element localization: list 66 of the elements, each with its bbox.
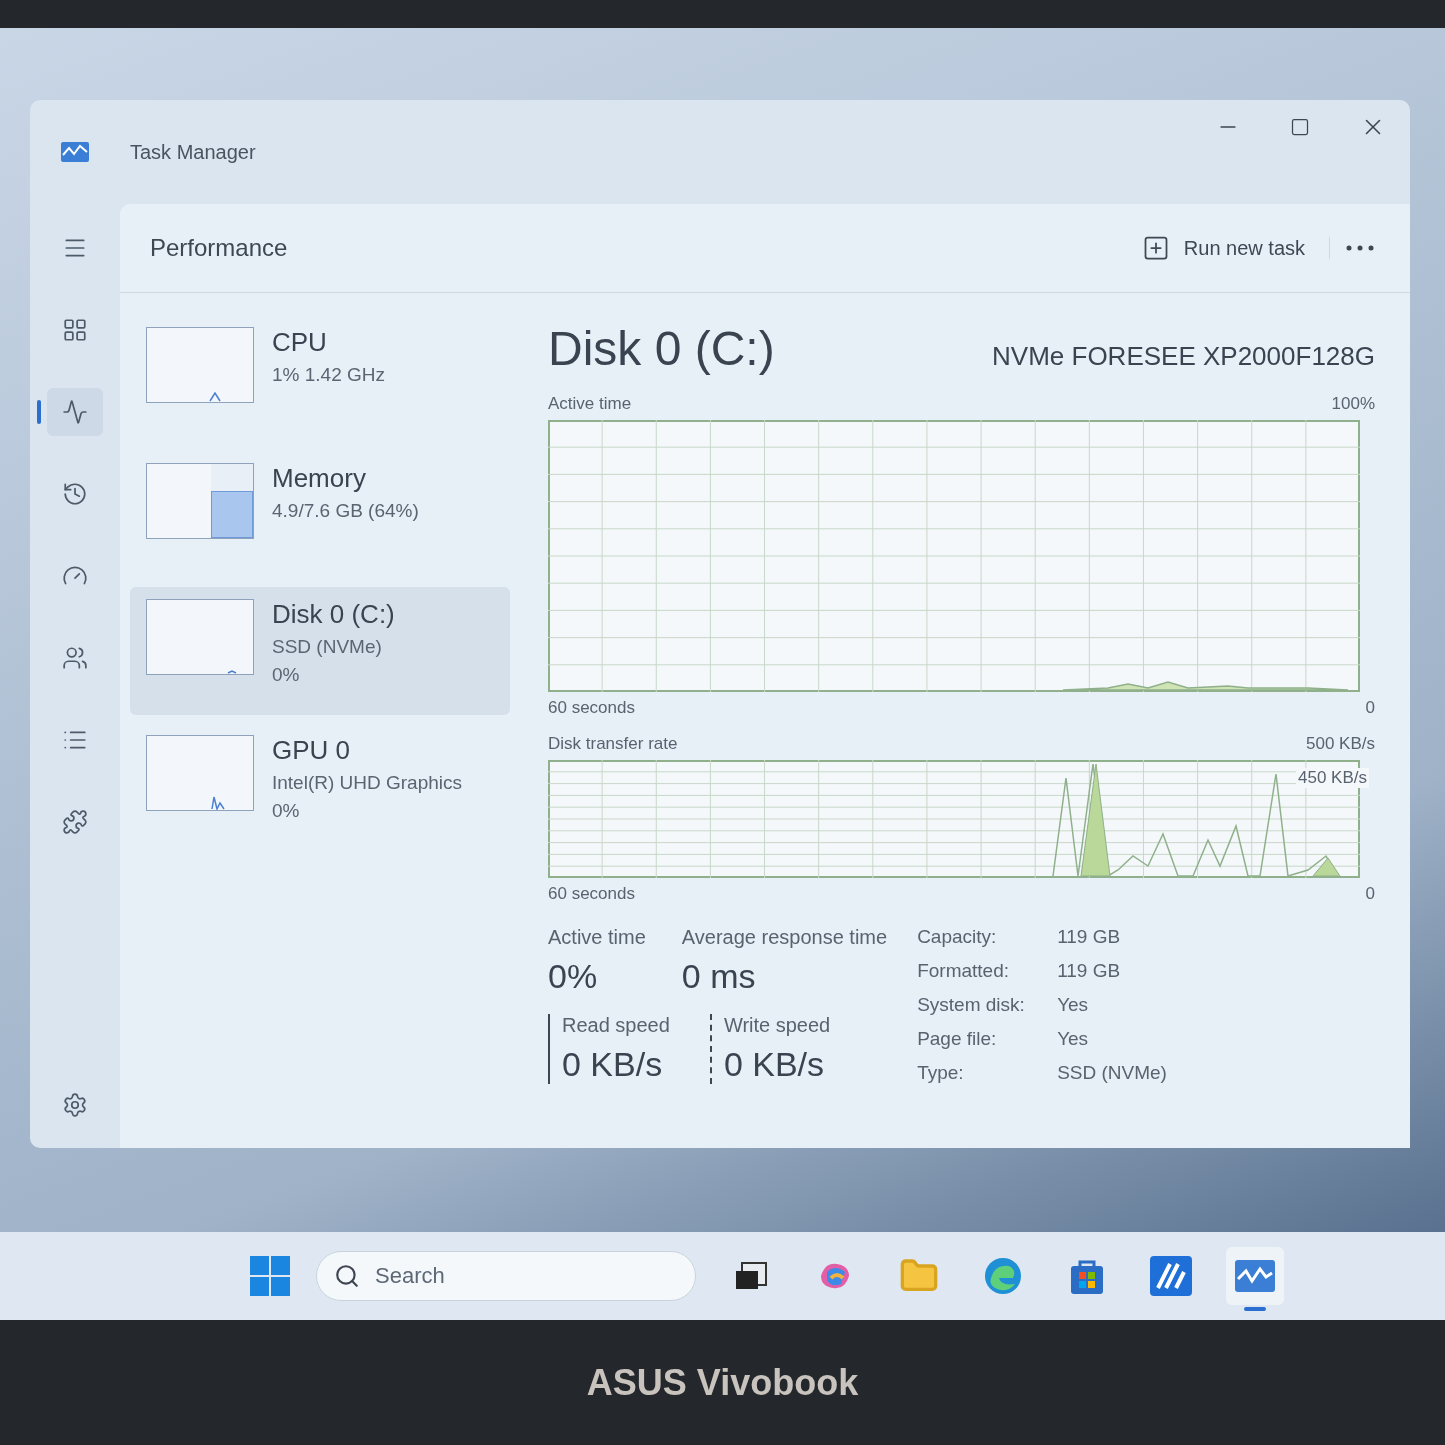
chart-label: Disk transfer rate bbox=[548, 734, 678, 754]
property-label: Capacity: bbox=[917, 926, 998, 948]
property-value: Yes bbox=[1057, 1028, 1090, 1050]
history-icon bbox=[62, 481, 88, 507]
usage-sparkline bbox=[227, 670, 237, 674]
property-label: Formatted: bbox=[917, 960, 1010, 982]
app-icon bbox=[60, 140, 90, 164]
stat-value: 0 ms bbox=[681, 957, 757, 996]
maximize-icon[interactable] bbox=[1290, 117, 1310, 137]
chart-label: Active time bbox=[548, 394, 632, 414]
performance-graph-icon bbox=[1234, 1259, 1276, 1293]
device-item[interactable]: GPU 0 Intel(R) UHD Graphics 0% bbox=[130, 723, 510, 851]
speed-label: Read speed bbox=[562, 1014, 670, 1037]
property-value: 119 GB bbox=[1057, 960, 1122, 982]
laptop-brand: ASUS Vivobook bbox=[586, 1361, 859, 1404]
slash-logo-icon bbox=[1150, 1256, 1192, 1296]
device-name: GPU 0 bbox=[272, 735, 352, 766]
speed-value: 0 KB/s bbox=[562, 1045, 664, 1084]
axis-min-label: 0 bbox=[1365, 698, 1375, 718]
device-name: Disk 0 (C:) bbox=[272, 599, 395, 630]
users-icon bbox=[62, 645, 88, 671]
property-value: SSD (NVMe) bbox=[1057, 1062, 1167, 1084]
settings-icon[interactable] bbox=[62, 1092, 88, 1118]
page-title: Performance bbox=[150, 234, 288, 262]
time-span-label: 60 seconds bbox=[548, 698, 635, 718]
processes-icon bbox=[62, 317, 88, 343]
stat-value: 0% bbox=[548, 957, 599, 996]
device-detail: 0% bbox=[272, 800, 301, 822]
disk-title: Disk 0 (C:) bbox=[548, 321, 775, 376]
disk-model: NVMe FORESEE XP2000F128G bbox=[992, 341, 1375, 372]
start-icon[interactable] bbox=[250, 1256, 290, 1296]
services-icon bbox=[62, 809, 88, 835]
more-icon bbox=[1346, 245, 1374, 251]
device-detail: 0% bbox=[272, 664, 301, 686]
axis-min-label: 0 bbox=[1365, 884, 1375, 904]
device-detail: SSD (NVMe) bbox=[272, 636, 383, 658]
property-value: 119 GB bbox=[1057, 926, 1122, 948]
speed-value: 0 KB/s bbox=[723, 1045, 826, 1084]
device-detail: Intel(R) UHD Graphics bbox=[272, 772, 463, 794]
property-value: Yes bbox=[1057, 994, 1090, 1016]
swirl-globe-icon bbox=[983, 1256, 1023, 1296]
device-detail: 1% 1.42 GHz bbox=[272, 364, 385, 386]
usage-sparkline bbox=[211, 796, 225, 810]
device-item[interactable]: Disk 0 (C:) SSD (NVMe) 0% bbox=[130, 587, 510, 715]
device-name: CPU bbox=[272, 327, 328, 358]
device-item[interactable]: Memory 4.9/7.6 GB (64%) bbox=[130, 451, 510, 579]
run-new-task-button[interactable]: Run new task bbox=[1127, 226, 1319, 270]
performance-icon bbox=[62, 399, 88, 425]
window-stack-icon bbox=[734, 1261, 768, 1291]
peak-value-label: 450 KB/s bbox=[1296, 768, 1369, 788]
property-label: Type: bbox=[917, 1062, 965, 1084]
window-title: Task Manager bbox=[130, 140, 256, 164]
axis-max-label: 500 KB/s bbox=[1306, 734, 1375, 754]
axis-max-label: 100% bbox=[1331, 394, 1375, 414]
property-label: System disk: bbox=[917, 994, 1026, 1016]
property-label: Page file: bbox=[917, 1028, 998, 1050]
device-name: Memory bbox=[272, 463, 367, 494]
device-detail: 4.9/7.6 GB (64%) bbox=[272, 500, 419, 522]
speed-label: Write speed bbox=[723, 1014, 831, 1037]
device-item[interactable]: CPU 1% 1.42 GHz bbox=[130, 315, 510, 443]
usage-sparkline bbox=[209, 392, 221, 402]
stat-label: Active time bbox=[548, 926, 646, 949]
search-icon bbox=[334, 1263, 360, 1289]
search-field[interactable]: Search bbox=[316, 1251, 696, 1301]
stat-label: Average response time bbox=[681, 926, 888, 949]
time-span-label: 60 seconds bbox=[548, 884, 635, 904]
